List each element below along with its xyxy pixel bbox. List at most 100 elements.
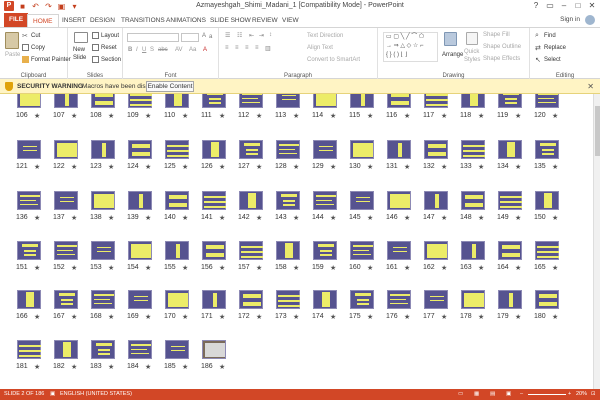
transition-star-icon[interactable]: ★ [404, 112, 410, 120]
reading-view-icon[interactable]: ▤ [490, 391, 495, 397]
transition-star-icon[interactable]: ★ [34, 313, 40, 321]
transition-star-icon[interactable]: ★ [293, 264, 299, 272]
slide-thumbnail[interactable] [387, 140, 411, 159]
close-warning-icon[interactable]: ✕ [587, 82, 594, 91]
slide-thumbnail[interactable] [276, 140, 300, 159]
transition-star-icon[interactable]: ★ [367, 214, 373, 222]
transition-star-icon[interactable]: ★ [34, 363, 40, 371]
slide-thumbnail[interactable] [424, 241, 448, 260]
transition-star-icon[interactable]: ★ [219, 264, 225, 272]
slide-thumbnail[interactable] [535, 290, 559, 309]
transition-star-icon[interactable]: ★ [108, 363, 114, 371]
slide-thumbnail[interactable] [239, 290, 263, 309]
ribbon-display-icon[interactable]: ▭ [544, 0, 556, 11]
shape-outline-button[interactable]: Shape Outline [483, 44, 521, 50]
slide-thumbnail[interactable] [128, 191, 152, 210]
slide-thumbnail[interactable] [350, 191, 374, 210]
transition-star-icon[interactable]: ★ [182, 264, 188, 272]
transition-star-icon[interactable]: ★ [330, 112, 336, 120]
slide-thumbnail[interactable] [535, 241, 559, 260]
transition-star-icon[interactable]: ★ [404, 214, 410, 222]
slide-thumbnail[interactable] [17, 241, 41, 260]
slide-thumbnail[interactable] [91, 140, 115, 159]
transition-star-icon[interactable]: ★ [404, 163, 410, 171]
language-status[interactable]: ENGLISH (UNITED STATES) [60, 391, 132, 397]
transition-star-icon[interactable]: ★ [34, 214, 40, 222]
transition-star-icon[interactable]: ★ [145, 313, 151, 321]
transition-star-icon[interactable]: ★ [478, 313, 484, 321]
replace-button[interactable]: ⇄ Replace [535, 44, 566, 52]
slide-thumbnail[interactable] [424, 94, 448, 108]
font-color-icon[interactable]: A [203, 47, 207, 53]
transition-star-icon[interactable]: ★ [404, 313, 410, 321]
align-text-button[interactable]: Align Text [307, 45, 333, 51]
transition-star-icon[interactable]: ★ [478, 214, 484, 222]
transition-star-icon[interactable]: ★ [441, 264, 447, 272]
slide-thumbnail[interactable] [239, 241, 263, 260]
transition-star-icon[interactable]: ★ [71, 163, 77, 171]
close-icon[interactable]: ✕ [586, 0, 598, 11]
slide-thumbnail[interactable] [17, 290, 41, 309]
slide-thumbnail[interactable] [239, 191, 263, 210]
new-slide-icon[interactable] [74, 32, 88, 43]
decrease-indent-icon[interactable]: ⇤ [249, 32, 254, 39]
slide-sorter-view-icon[interactable]: ▦ [474, 391, 479, 397]
slide-thumbnail[interactable] [202, 340, 226, 359]
transition-star-icon[interactable]: ★ [145, 163, 151, 171]
char-spacing-icon[interactable]: AV [175, 47, 183, 53]
slide-thumbnail[interactable] [17, 140, 41, 159]
slide-thumbnail[interactable] [313, 140, 337, 159]
find-button[interactable]: ⌕ Find [535, 32, 556, 39]
slide-thumbnail[interactable] [202, 191, 226, 210]
transition-star-icon[interactable]: ★ [256, 163, 262, 171]
select-button[interactable]: ↖ Select [535, 56, 561, 64]
slide-thumbnail[interactable] [128, 340, 152, 359]
transition-star-icon[interactable]: ★ [71, 264, 77, 272]
transition-star-icon[interactable]: ★ [478, 112, 484, 120]
slide-thumbnail[interactable] [165, 140, 189, 159]
font-size-select[interactable] [181, 33, 199, 42]
slide-thumbnail[interactable] [350, 241, 374, 260]
zoom-level[interactable]: 20% [576, 391, 587, 397]
slide-thumbnail[interactable] [535, 191, 559, 210]
slide-thumbnail[interactable] [202, 140, 226, 159]
transition-star-icon[interactable]: ★ [404, 264, 410, 272]
slide-thumbnail[interactable] [202, 290, 226, 309]
slide-thumbnail[interactable] [54, 241, 78, 260]
copy-button[interactable]: Copy [22, 44, 45, 51]
underline-icon[interactable]: U [142, 47, 146, 53]
slide-thumbnail[interactable] [424, 140, 448, 159]
slide-thumbnail[interactable] [91, 340, 115, 359]
slide-thumbnail[interactable] [498, 290, 522, 309]
slide-thumbnail[interactable] [91, 191, 115, 210]
transition-star-icon[interactable]: ★ [34, 163, 40, 171]
transition-star-icon[interactable]: ★ [145, 363, 151, 371]
slide-thumbnail[interactable] [387, 94, 411, 108]
tab-view[interactable]: VIEW [277, 14, 304, 27]
change-case-icon[interactable]: Aa [189, 47, 196, 53]
arrange-icon[interactable] [444, 32, 457, 46]
transition-star-icon[interactable]: ★ [219, 112, 225, 120]
slide-thumbnail[interactable] [498, 140, 522, 159]
zoom-in-icon[interactable]: + [568, 391, 571, 397]
slide-thumbnail[interactable] [350, 94, 374, 108]
tab-file[interactable]: FILE [4, 13, 29, 27]
transition-star-icon[interactable]: ★ [182, 214, 188, 222]
transition-star-icon[interactable]: ★ [219, 214, 225, 222]
transition-star-icon[interactable]: ★ [182, 163, 188, 171]
transition-star-icon[interactable]: ★ [515, 264, 521, 272]
slide-thumbnail[interactable] [165, 241, 189, 260]
transition-star-icon[interactable]: ★ [367, 313, 373, 321]
shapes-gallery[interactable]: ▭ ▢ ╲ ╱ ⌒ ⬠ → ⇒ △ ◇ ☆ ⌐{ } ( ) ⌊ ⌋ [383, 32, 438, 62]
transition-star-icon[interactable]: ★ [108, 214, 114, 222]
increase-indent-icon[interactable]: ⇥ [259, 32, 264, 39]
font-name-select[interactable] [127, 33, 179, 42]
transition-star-icon[interactable]: ★ [293, 313, 299, 321]
transition-star-icon[interactable]: ★ [219, 313, 225, 321]
transition-star-icon[interactable]: ★ [330, 313, 336, 321]
slide-thumbnail[interactable] [424, 191, 448, 210]
slide-thumbnail[interactable] [276, 241, 300, 260]
slide-thumbnail[interactable] [165, 290, 189, 309]
scrollbar-thumb[interactable] [595, 106, 600, 156]
slide-thumbnail[interactable] [91, 241, 115, 260]
